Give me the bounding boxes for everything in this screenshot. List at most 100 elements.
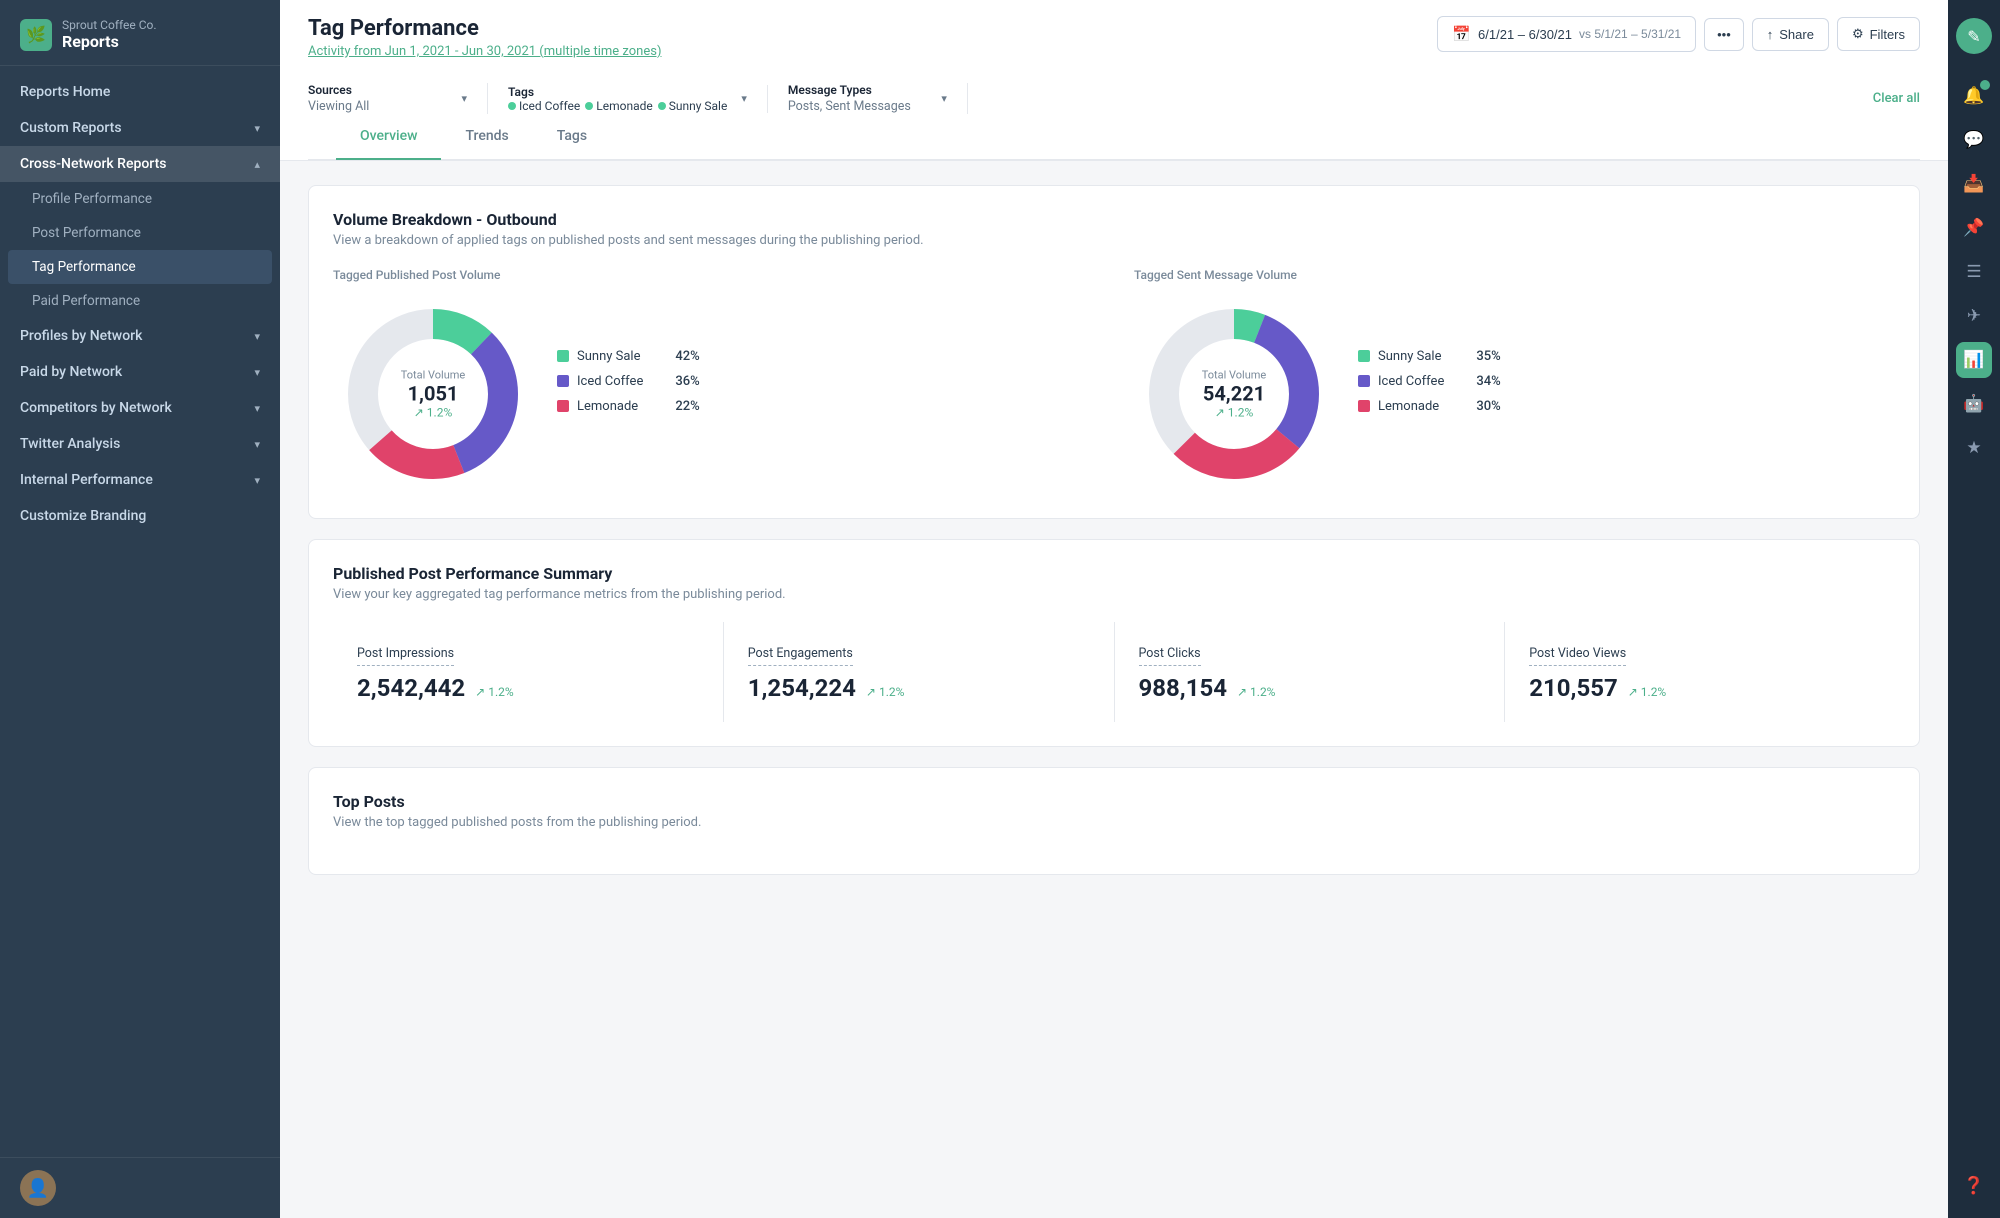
legend-item-iced-coffee-left: Iced Coffee 36% [557,374,700,389]
sidebar-item-custom-reports[interactable]: Custom Reports ▾ [0,110,280,146]
section-title: Reports [62,32,157,51]
metric-value-clicks: 988,154 ↗ 1.2% [1139,674,1481,702]
metric-post-impressions: Post Impressions 2,542,442 ↗ 1.2% [333,622,724,722]
filter-icon: ⚙ [1852,26,1864,42]
date-range-button[interactable]: 📅 6/1/21 – 6/30/21 vs 5/1/21 – 5/31/21 [1437,16,1696,52]
share-button[interactable]: ↑ Share [1752,18,1829,51]
sidebar-item-profile-performance[interactable]: Profile Performance [0,182,280,216]
legend-pct-iced-coffee-right: 34% [1476,374,1500,389]
legend-pct-lemonade-right: 30% [1476,399,1500,414]
tasks-icon[interactable]: 📌 [1956,210,1992,246]
message-types-chevron-icon[interactable]: ▾ [941,92,947,105]
tag-chip-iced-coffee: Iced Coffee [508,99,580,113]
inbox-icon[interactable]: 📥 [1956,166,1992,202]
metric-number-impressions: 2,542,442 [357,674,465,702]
tab-tags[interactable]: Tags [533,114,611,160]
sidebar-item-internal-performance[interactable]: Internal Performance ▾ [0,462,280,498]
messages-icon[interactable]: 💬 [1956,122,1992,158]
tab-trends[interactable]: Trends [441,114,532,160]
left-chart-legend: Sunny Sale 42% Iced Coffee 36% [557,349,700,414]
chevron-icon-twitter: ▾ [254,438,260,451]
tags-filter[interactable]: Tags Iced Coffee Lemonade Sunny Sale [508,85,768,113]
legend-dot-lemonade-right [1358,400,1370,412]
tags-chips: Iced Coffee Lemonade Sunny Sale [508,99,727,113]
legend-pct-sunny-sale-right: 35% [1476,349,1500,364]
tab-overview[interactable]: Overview [336,114,441,160]
sidebar-item-reports-home[interactable]: Reports Home [0,74,280,110]
page-title-group: Tag Performance Activity from Jun 1, 202… [308,16,662,59]
legend-left-sunny-sale: Sunny Sale [557,349,640,364]
metric-label-video-views: Post Video Views [1529,646,1626,666]
chevron-icon-custom: ▾ [254,122,260,135]
legend-left-lemonade: Lemonade [557,399,638,414]
analytics-icon[interactable]: 📊 [1956,342,1992,378]
right-chart-container: Tagged Sent Message Volume [1134,268,1895,494]
volume-breakdown-card: Volume Breakdown - Outbound View a break… [308,185,1920,519]
right-chart-group: Tagged Sent Message Volume [1134,268,1334,494]
metric-value-engagements: 1,254,224 ↗ 1.2% [748,674,1090,702]
performance-card-title: Published Post Performance Summary [333,564,1895,583]
tag-dot-sunny-sale [658,102,666,110]
chevron-icon-profiles: ▾ [254,330,260,343]
nav-sub-label-profile-performance: Profile Performance [32,191,152,207]
legend-item-lemonade-left: Lemonade 22% [557,399,700,414]
tag-chip-lemonade: Lemonade [585,99,652,113]
nav-sub-label-paid-performance: Paid Performance [32,293,140,309]
legend-name-sunny-sale-right: Sunny Sale [1378,349,1441,364]
sources-filter[interactable]: Sources Viewing All ▾ [308,83,488,114]
sidebar-item-paid-by-network[interactable]: Paid by Network ▾ [0,354,280,390]
right-total-change: ↗ 1.2% [1202,406,1267,420]
calendar-icon: 📅 [1452,25,1471,43]
more-options-button[interactable]: ••• [1704,18,1744,51]
sources-chevron-icon[interactable]: ▾ [461,92,467,105]
metric-value-impressions: 2,542,442 ↗ 1.2% [357,674,699,702]
ellipsis-icon: ••• [1717,27,1731,42]
left-donut: Total Volume 1,051 ↗ 1.2% [333,294,533,494]
legend-name-lemonade-right: Lemonade [1378,399,1439,414]
metric-label-impressions: Post Impressions [357,646,454,666]
nav-label-custom-reports: Custom Reports [20,120,122,136]
left-donut-center: Total Volume 1,051 ↗ 1.2% [401,369,466,420]
performance-card-subtitle: View your key aggregated tag performance… [333,587,1895,602]
tags-label: Tags [508,85,727,99]
calendar-icon[interactable]: ☰ [1956,254,1992,290]
legend-left-sunny-sale-right: Sunny Sale [1358,349,1441,364]
subtitle-link[interactable]: multiple [544,44,591,59]
sidebar-item-post-performance[interactable]: Post Performance [0,216,280,250]
sidebar-item-twitter-analysis[interactable]: Twitter Analysis ▾ [0,426,280,462]
filters-bar: Sources Viewing All ▾ Tags Iced Coffee [308,71,1920,114]
performance-summary-card: Published Post Performance Summary View … [308,539,1920,747]
message-types-filter[interactable]: Message Types Posts, Sent Messages ▾ [788,83,968,114]
filters-button[interactable]: ⚙ Filters [1837,17,1920,51]
legend-name-iced-coffee-right: Iced Coffee [1378,374,1444,389]
sidebar-item-tag-performance[interactable]: Tag Performance [8,250,272,284]
sidebar-item-cross-network[interactable]: Cross-Network Reports ▴ [0,146,280,182]
metric-change-engagements: ↗ 1.2% [866,685,904,699]
legend-dot-iced-coffee-left [557,375,569,387]
right-donut-center: Total Volume 54,221 ↗ 1.2% [1202,369,1267,420]
sidebar-item-paid-performance[interactable]: Paid Performance [0,284,280,318]
sprout-logo: 🌿 [20,19,52,51]
sidebar-item-customize-branding[interactable]: Customize Branding [0,498,280,534]
share-icon: ↑ [1767,27,1774,42]
clear-all-button[interactable]: Clear all [1873,91,1920,106]
automation-icon[interactable]: 🤖 [1956,386,1992,422]
sidebar-item-profiles-by-network[interactable]: Profiles by Network ▾ [0,318,280,354]
compose-button[interactable]: ✎ [1956,18,1992,54]
icon-rail: ✎ 🔔 💬 📥 📌 ☰ ✈ 📊 🤖 ★ ❓ [1948,0,2000,1218]
top-posts-card: Top Posts View the top tagged published … [308,767,1920,875]
main-content: Tag Performance Activity from Jun 1, 202… [280,0,1948,1218]
help-icon[interactable]: ❓ [1956,1168,1992,1204]
sidebar-item-competitors-by-network[interactable]: Competitors by Network ▾ [0,390,280,426]
sidebar: 🌿 Sprout Coffee Co. Reports Reports Home… [0,0,280,1218]
legend-pct-sunny-sale-left: 42% [675,349,699,364]
reviews-icon[interactable]: ★ [1956,430,1992,466]
user-avatar[interactable]: 👤 [20,1170,56,1206]
subtitle-suffix: time zones) [590,44,661,59]
page-subtitle: Activity from Jun 1, 2021 - Jun 30, 2021… [308,44,662,59]
publish-icon[interactable]: ✈ [1956,298,1992,334]
legend-item-sunny-sale-left: Sunny Sale 42% [557,349,700,364]
tags-chevron-icon[interactable]: ▾ [741,92,747,105]
right-total-label: Total Volume [1202,369,1267,382]
notifications-icon[interactable]: 🔔 [1956,78,1992,114]
